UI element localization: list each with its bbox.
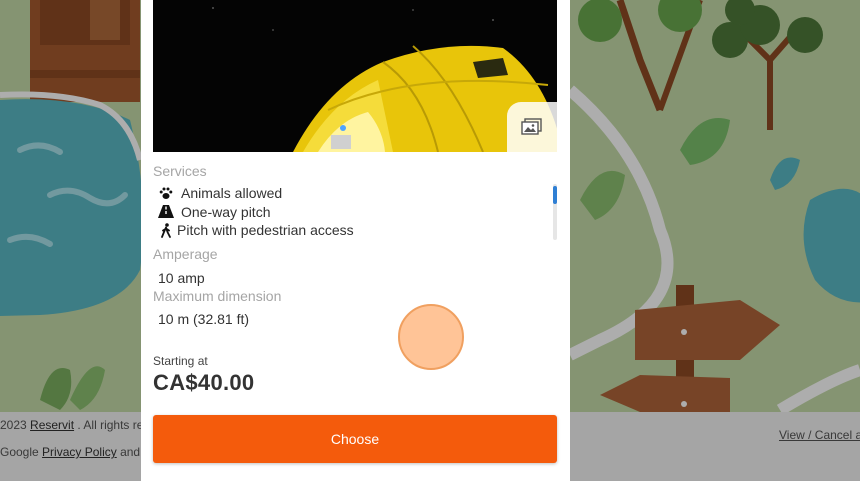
choose-button[interactable]: Choose (153, 415, 557, 463)
services-scrollbar[interactable] (553, 184, 557, 240)
starting-at-label: Starting at (153, 354, 208, 368)
tent-photo-illustration (153, 0, 557, 152)
max-dimension-value: 10 m (32.81 ft) (158, 311, 250, 327)
service-label: One-way pitch (181, 203, 271, 220)
price-value: CA$40.00 (153, 370, 255, 395)
amperage-label: Amperage (153, 246, 218, 262)
image-gallery-icon (521, 118, 542, 135)
service-pedestrian-access: Pitch with pedestrian access (153, 221, 549, 240)
service-label: Animals allowed (181, 185, 283, 202)
pitch-photo[interactable] (153, 0, 557, 152)
photo-gallery-button[interactable] (507, 102, 557, 152)
walking-person-icon (155, 222, 177, 238)
services-label: Services (153, 163, 207, 179)
road-icon (155, 204, 177, 220)
paw-icon (155, 185, 177, 201)
service-animals-allowed: Animals allowed (153, 184, 549, 203)
service-one-way-pitch: One-way pitch (153, 203, 549, 222)
service-label: Pitch with pedestrian access (177, 222, 354, 239)
scrollbar-thumb[interactable] (553, 186, 557, 204)
touch-indicator (398, 304, 464, 370)
services-list[interactable]: Animals allowed One-way pitch Pitch with… (153, 184, 549, 240)
pitch-details-panel: Services Animals allowed One-way pitch P… (141, 0, 570, 481)
amperage-value: 10 amp (158, 270, 205, 286)
max-dimension-label: Maximum dimension (153, 288, 282, 304)
